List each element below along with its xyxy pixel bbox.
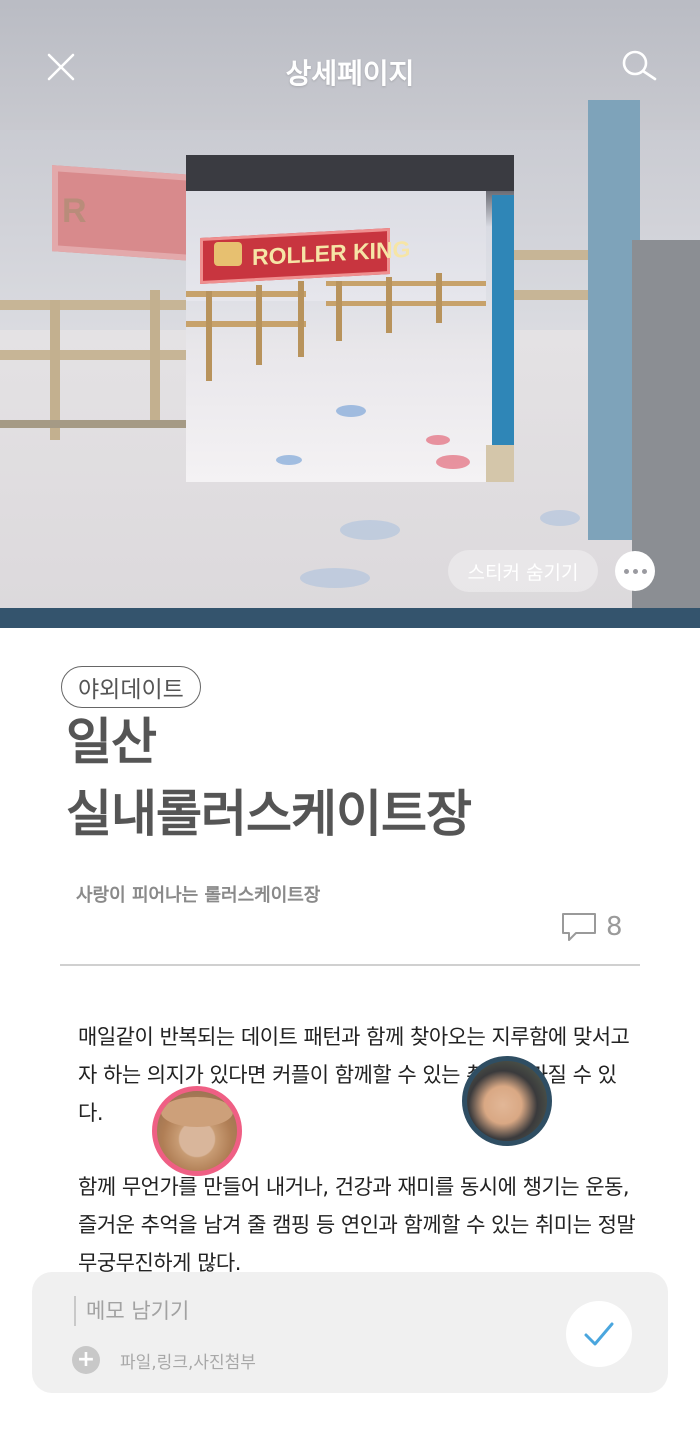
hero-bench [0, 420, 190, 428]
floor-light [276, 455, 302, 465]
memo-bar: + 파일,링크,사진첨부 [32, 1272, 668, 1393]
hero-post [150, 290, 160, 420]
floor-light [436, 455, 470, 469]
photo-post [298, 281, 304, 357]
hero-rail [514, 290, 594, 300]
more-dots-icon [641, 568, 647, 574]
photo-post [256, 285, 262, 365]
avatar-hat [161, 1097, 233, 1127]
photo-rail [186, 321, 306, 327]
memo-input[interactable] [86, 1292, 536, 1330]
photo-ceiling [186, 155, 514, 191]
photo-post [436, 273, 442, 323]
hero-rail [514, 250, 594, 260]
floor-light [426, 435, 450, 445]
checkmark-icon [584, 1322, 614, 1346]
comment-button[interactable]: 8 [560, 911, 623, 943]
article-title: 일산 실내롤러스케이트장 [66, 706, 686, 850]
roller-rink-photo[interactable]: ROLLER KING [186, 155, 514, 482]
memo-caret [74, 1296, 76, 1326]
more-dots-icon [623, 568, 629, 574]
search-icon [622, 50, 657, 81]
page-title: 상세페이지 [285, 57, 415, 90]
sticker-hide-button[interactable]: 스티커 숨기기 [448, 550, 598, 592]
hero-rail [0, 350, 190, 360]
attach-label: 파일,링크,사진첨부 [120, 1352, 256, 1373]
article-subtitle: 사랑이 피어나는 롤러스케이트장 [76, 885, 321, 906]
hero-bottom-bar [0, 608, 700, 628]
speech-bubble-icon [562, 913, 596, 941]
search-button[interactable] [620, 48, 658, 86]
photo-post [206, 291, 212, 381]
more-button[interactable] [615, 551, 655, 591]
photo-rail [186, 291, 306, 297]
avatar[interactable] [152, 1086, 242, 1176]
photo-rail [326, 301, 486, 306]
article-title-line1: 일산 [66, 713, 157, 771]
hero-sign-glyph: R [62, 192, 87, 230]
memo-submit-button[interactable] [566, 1301, 632, 1367]
article-paragraph: 함께 무언가를 만들어 내거나, 건강과 재미를 동시에 챙기는 운동, 즐거운… [78, 1175, 636, 1275]
category-tag[interactable]: 야외데이트 [61, 666, 201, 708]
comment-count: 8 [606, 912, 623, 942]
photo-post [386, 277, 392, 333]
hero-rail [0, 300, 190, 310]
photo-pillar-base [486, 445, 514, 482]
avatar[interactable] [462, 1056, 552, 1146]
hero-post [50, 300, 60, 440]
skate-icon [214, 242, 242, 266]
floor-light [340, 520, 400, 540]
photo-rail [326, 281, 486, 286]
floor-light [300, 568, 370, 588]
divider [60, 964, 640, 966]
hero-image: R ROLLER KING 상세페이지 스티커 숨기기 [0, 0, 700, 628]
more-dots-icon [632, 568, 638, 574]
article-title-line2: 실내롤러스케이트장 [66, 785, 472, 843]
floor-light [540, 510, 580, 526]
photo-post [336, 281, 342, 341]
attach-button[interactable]: + 파일,링크,사진첨부 [72, 1346, 256, 1374]
photo-pillar [492, 195, 514, 475]
plus-icon: + [72, 1346, 100, 1374]
floor-light [336, 405, 366, 417]
